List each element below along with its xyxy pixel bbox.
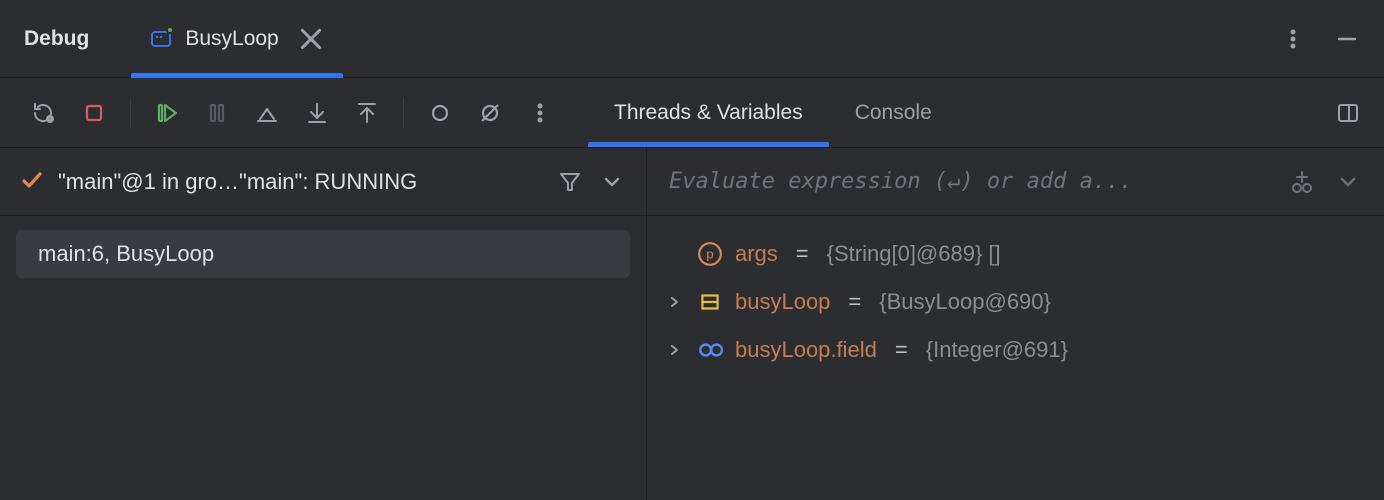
toolwindow-actions bbox=[1280, 26, 1360, 52]
variable-name: args bbox=[735, 241, 778, 267]
debug-toolbar: Threads & Variables Console bbox=[0, 78, 1384, 148]
variables-pane: p args = {String[0]@689} [] busyLoop = bbox=[647, 148, 1384, 500]
equals-sign: = bbox=[895, 337, 908, 363]
stop-button[interactable] bbox=[80, 99, 108, 127]
variable-value: {String[0]@689} [] bbox=[827, 241, 1001, 267]
debug-content: "main"@1 in gro…"main": RUNNING main:6, … bbox=[0, 148, 1384, 500]
variable-name: busyLoop bbox=[735, 289, 830, 315]
variable-row[interactable]: busyLoop = {BusyLoop@690} bbox=[655, 278, 1376, 326]
stack-frame-row[interactable]: main:6, BusyLoop bbox=[16, 230, 630, 278]
close-tab-button[interactable] bbox=[297, 25, 325, 53]
equals-sign: = bbox=[796, 241, 809, 267]
debug-view-tabs: Threads & Variables Console bbox=[588, 78, 958, 147]
expand-icon[interactable] bbox=[665, 296, 685, 308]
rerun-button[interactable] bbox=[30, 99, 58, 127]
frames-pane: "main"@1 in gro…"main": RUNNING main:6, … bbox=[0, 148, 647, 500]
parameter-icon: p bbox=[697, 241, 723, 267]
evaluate-bar bbox=[647, 148, 1384, 216]
pause-button[interactable] bbox=[203, 99, 231, 127]
resume-button[interactable] bbox=[153, 99, 181, 127]
variable-name: busyLoop.field bbox=[735, 337, 877, 363]
run-tab-label: BusyLoop bbox=[185, 27, 278, 51]
variables-tree: p args = {String[0]@689} [] busyLoop = bbox=[647, 216, 1384, 388]
debugger-more-button[interactable] bbox=[526, 99, 554, 127]
step-out-button[interactable] bbox=[353, 99, 381, 127]
thread-dropdown-icon[interactable] bbox=[598, 168, 626, 196]
svg-text:p: p bbox=[706, 246, 713, 261]
more-options-button[interactable] bbox=[1280, 26, 1306, 52]
watch-icon bbox=[697, 337, 723, 363]
step-into-button[interactable] bbox=[303, 99, 331, 127]
expand-icon[interactable] bbox=[665, 344, 685, 356]
toolwindow-title: Debug bbox=[24, 27, 89, 51]
tab-console[interactable]: Console bbox=[829, 78, 958, 147]
equals-sign: = bbox=[848, 289, 861, 315]
frames-list: main:6, BusyLoop bbox=[0, 216, 646, 292]
variable-value: {BusyLoop@690} bbox=[879, 289, 1051, 315]
step-over-button[interactable] bbox=[253, 99, 281, 127]
tab-threads-variables[interactable]: Threads & Variables bbox=[588, 78, 829, 147]
run-tab-busyloop[interactable]: BusyLoop bbox=[131, 0, 342, 78]
object-icon bbox=[697, 289, 723, 315]
hide-toolwindow-button[interactable] bbox=[1334, 26, 1360, 52]
evaluate-dropdown-icon[interactable] bbox=[1334, 168, 1362, 196]
filter-icon[interactable] bbox=[556, 168, 584, 196]
evaluate-input[interactable] bbox=[669, 169, 1270, 194]
tab-label: Console bbox=[855, 101, 932, 125]
debug-tabbar: Debug BusyLoop bbox=[0, 0, 1384, 78]
stack-frame-label: main:6, BusyLoop bbox=[38, 241, 214, 267]
add-watch-button[interactable] bbox=[1288, 168, 1316, 196]
mute-breakpoints-button[interactable] bbox=[476, 99, 504, 127]
application-icon bbox=[149, 27, 173, 51]
layout-settings-button[interactable] bbox=[1334, 99, 1362, 127]
tab-label: Threads & Variables bbox=[614, 101, 803, 125]
variable-row[interactable]: busyLoop.field = {Integer@691} bbox=[655, 326, 1376, 374]
thread-label: "main"@1 in gro…"main": RUNNING bbox=[58, 169, 417, 195]
view-breakpoints-button[interactable] bbox=[426, 99, 454, 127]
checkmark-icon bbox=[20, 168, 44, 195]
variable-row[interactable]: p args = {String[0]@689} [] bbox=[655, 230, 1376, 278]
variable-value: {Integer@691} bbox=[926, 337, 1068, 363]
thread-selector[interactable]: "main"@1 in gro…"main": RUNNING bbox=[0, 148, 646, 216]
